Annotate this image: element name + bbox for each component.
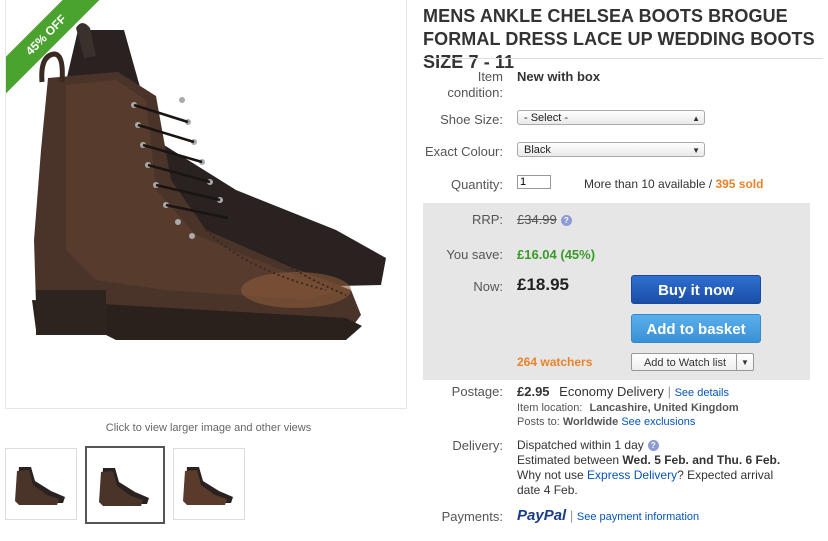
shoe-size-select[interactable]: - Select - ▲ [517, 110, 705, 125]
postage-service: Economy Delivery [559, 384, 664, 399]
now-price: £18.95 [517, 275, 569, 294]
select-arrow-icon: ▼ [692, 146, 700, 155]
rrp-row: £34.99? [517, 212, 572, 227]
boot-thumbnail-icon [15, 467, 65, 505]
payments-row: PayPal | See payment information [517, 507, 700, 524]
express-delivery-link[interactable]: Express Delivery [587, 468, 677, 482]
discount-ribbon: 45% OFF [6, 0, 126, 120]
thumbnail-1[interactable] [5, 448, 77, 520]
availability: More than 10 available / 395 sold [584, 177, 763, 191]
discount-badge: 45% OFF [6, 0, 105, 94]
postage-label: Postage: [451, 384, 503, 399]
arrival-date: date 4 Feb. [517, 483, 578, 497]
help-icon[interactable]: ? [647, 440, 659, 451]
why-suffix: ? Expected arrival [677, 468, 774, 482]
postage-amount: £2.95 [517, 384, 550, 399]
item-location-row: Item location: Lancashire, United Kingdo… [517, 402, 739, 414]
paypal-logo: PayPal [517, 507, 567, 524]
location-value: Lancashire, United Kingdom [589, 402, 739, 414]
chevron-down-icon[interactable]: ▼ [736, 354, 753, 370]
add-to-watch-list-button[interactable]: Add to Watch list ▼ [631, 353, 754, 371]
posts-value: Worldwide [562, 416, 619, 428]
payment-info-link[interactable]: See payment information [577, 511, 699, 523]
save-value: £16.04 (45%) [517, 247, 596, 262]
thumbnail-2[interactable] [85, 446, 165, 524]
see-exclusions-link[interactable]: See exclusions [621, 416, 695, 428]
boot-thumbnail-icon [183, 467, 233, 505]
rrp-label: RRP: [471, 212, 503, 227]
listing-title: MENS ANKLE CHELSEA BOOTS BROGUE FORMAL D… [423, 6, 815, 72]
watch-list-label: Add to Watch list [643, 357, 727, 369]
now-label: Now: [473, 279, 503, 294]
postage-row: £2.95 Economy Delivery | See details [517, 384, 730, 399]
main-product-image[interactable]: 45% OFF [5, 0, 407, 409]
quantity-input[interactable] [517, 175, 551, 189]
select-arrow-icon: ▲ [692, 114, 700, 123]
help-icon[interactable]: ? [560, 215, 572, 226]
rrp-value: £34.99 [517, 212, 557, 227]
dispatch-text: Dispatched within 1 day [517, 438, 644, 452]
see-details-link[interactable]: See details [675, 387, 729, 399]
quantity-label: Quantity: [450, 177, 503, 192]
posts-to-row: Posts to: Worldwide See exclusions [517, 416, 695, 428]
save-label: You save: [446, 247, 503, 262]
add-to-basket-button[interactable]: Add to basket [631, 314, 761, 343]
location-label: Item location: [517, 402, 583, 414]
estimated-dates: Wed. 5 Feb. and Thu. 6 Feb. [622, 453, 781, 467]
condition-label: Item condition: [447, 69, 503, 100]
colour-value: Black [524, 144, 551, 156]
condition-value: New with box [517, 69, 601, 84]
delivery-label: Delivery: [452, 438, 503, 453]
buy-it-now-button[interactable]: Buy it now [631, 275, 761, 304]
thumbnail-3[interactable] [173, 448, 245, 520]
available-text: More than 10 available / [584, 177, 713, 191]
estimated-prefix: Estimated between [517, 453, 620, 467]
watchers-count: 264 watchers [517, 355, 593, 369]
boot-thumbnail-icon [99, 468, 149, 506]
posts-label: Posts to: [517, 416, 560, 428]
gallery-caption[interactable]: Click to view larger image and other vie… [5, 422, 412, 434]
sold-count[interactable]: 395 sold [715, 177, 763, 191]
why-prefix: Why not use [517, 468, 584, 482]
thumbnail-strip [5, 446, 245, 524]
delivery-block: Dispatched within 1 day? Estimated betwe… [517, 438, 817, 498]
shoe-size-label: Shoe Size: [440, 112, 503, 127]
shoe-size-value: - Select - [524, 112, 569, 124]
payments-label: Payments: [441, 509, 503, 524]
colour-select[interactable]: Black ▼ [517, 142, 705, 157]
title-divider [423, 58, 823, 59]
colour-label: Exact Colour: [424, 144, 503, 159]
